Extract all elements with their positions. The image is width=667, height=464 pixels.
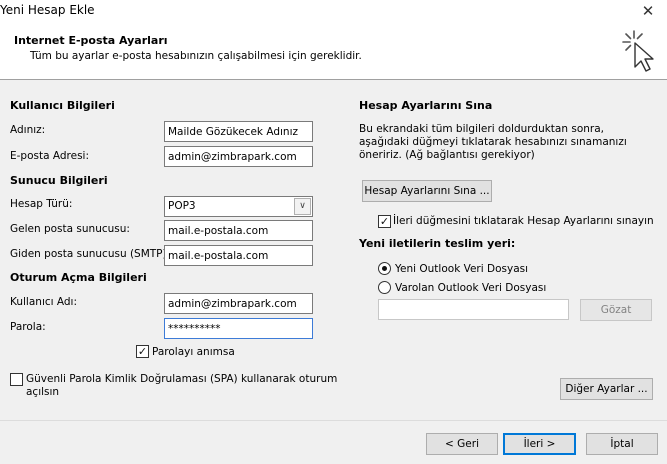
account-type-value: POP3 xyxy=(168,200,196,212)
delivery-heading: Yeni iletilerin teslim yeri: xyxy=(359,237,516,250)
wizard-header: Internet E-posta Ayarları Tüm bu ayarlar… xyxy=(0,22,667,80)
email-field[interactable] xyxy=(164,146,313,167)
test-account-settings-button[interactable]: Hesap Ayarlarını Sına ... xyxy=(362,180,492,202)
incoming-server-field[interactable] xyxy=(164,220,313,241)
existing-pst-label[interactable]: Varolan Outlook Veri Dosyası xyxy=(395,282,546,294)
window-title: Yeni Hesap Ekle xyxy=(0,3,95,17)
user-info-heading: Kullanıcı Bilgileri xyxy=(10,99,115,112)
outgoing-server-field[interactable] xyxy=(164,245,313,266)
auto-test-label[interactable]: İleri düğmesini tıklatarak Hesap Ayarlar… xyxy=(393,215,654,227)
username-field[interactable] xyxy=(164,293,313,314)
name-label: Adınız: xyxy=(10,124,46,136)
email-label: E-posta Adresi: xyxy=(10,150,90,162)
cursor-click-icon xyxy=(622,30,654,72)
spa-label-line1[interactable]: Güvenli Parola Kimlik Doğrulaması (SPA) … xyxy=(26,373,337,385)
close-icon[interactable]: ✕ xyxy=(636,2,660,20)
spa-label-line2[interactable]: açılsın xyxy=(26,386,59,398)
remember-password-checkbox[interactable]: ✓ xyxy=(136,345,149,358)
logon-info-heading: Oturum Açma Bilgileri xyxy=(10,271,147,284)
password-label: Parola: xyxy=(10,321,46,333)
back-button[interactable]: < Geri xyxy=(426,433,498,455)
checkmark-icon: ✓ xyxy=(137,345,148,358)
browse-button[interactable]: Gözat xyxy=(580,299,652,321)
account-type-select[interactable]: POP3 ∨ xyxy=(164,196,313,217)
more-settings-button[interactable]: Diğer Ayarlar ... xyxy=(560,378,653,400)
page-title: Internet E-posta Ayarları xyxy=(14,34,168,47)
cancel-button[interactable]: İptal xyxy=(586,433,658,455)
spa-checkbox[interactable] xyxy=(10,373,23,386)
outgoing-server-label: Giden posta sunucusu (SMTP): xyxy=(10,248,171,260)
password-field[interactable] xyxy=(164,318,313,339)
next-button[interactable]: İleri > xyxy=(503,433,576,455)
test-settings-description: Bu ekrandaki tüm bilgileri doldurduktan … xyxy=(359,123,627,161)
footer-divider xyxy=(0,420,667,421)
username-label: Kullanıcı Adı: xyxy=(10,296,78,308)
new-pst-label[interactable]: Yeni Outlook Veri Dosyası xyxy=(395,263,528,275)
name-field[interactable] xyxy=(164,121,313,142)
incoming-server-label: Gelen posta sunucusu: xyxy=(10,223,130,235)
remember-password-label[interactable]: Parolayı anımsa xyxy=(152,346,235,358)
server-info-heading: Sunucu Bilgileri xyxy=(10,174,108,187)
auto-test-checkbox[interactable]: ✓ xyxy=(378,215,391,228)
existing-pst-path-field[interactable] xyxy=(378,299,569,320)
title-bar: Yeni Hesap Ekle ✕ xyxy=(0,0,667,22)
chevron-down-icon[interactable]: ∨ xyxy=(294,198,311,215)
new-pst-radio[interactable] xyxy=(378,262,391,275)
checkmark-icon: ✓ xyxy=(379,215,390,228)
page-subtitle: Tüm bu ayarlar e-posta hesabınızın çalış… xyxy=(30,50,362,62)
test-settings-heading: Hesap Ayarlarını Sına xyxy=(359,99,493,112)
account-type-label: Hesap Türü: xyxy=(10,198,73,210)
existing-pst-radio[interactable] xyxy=(378,281,391,294)
